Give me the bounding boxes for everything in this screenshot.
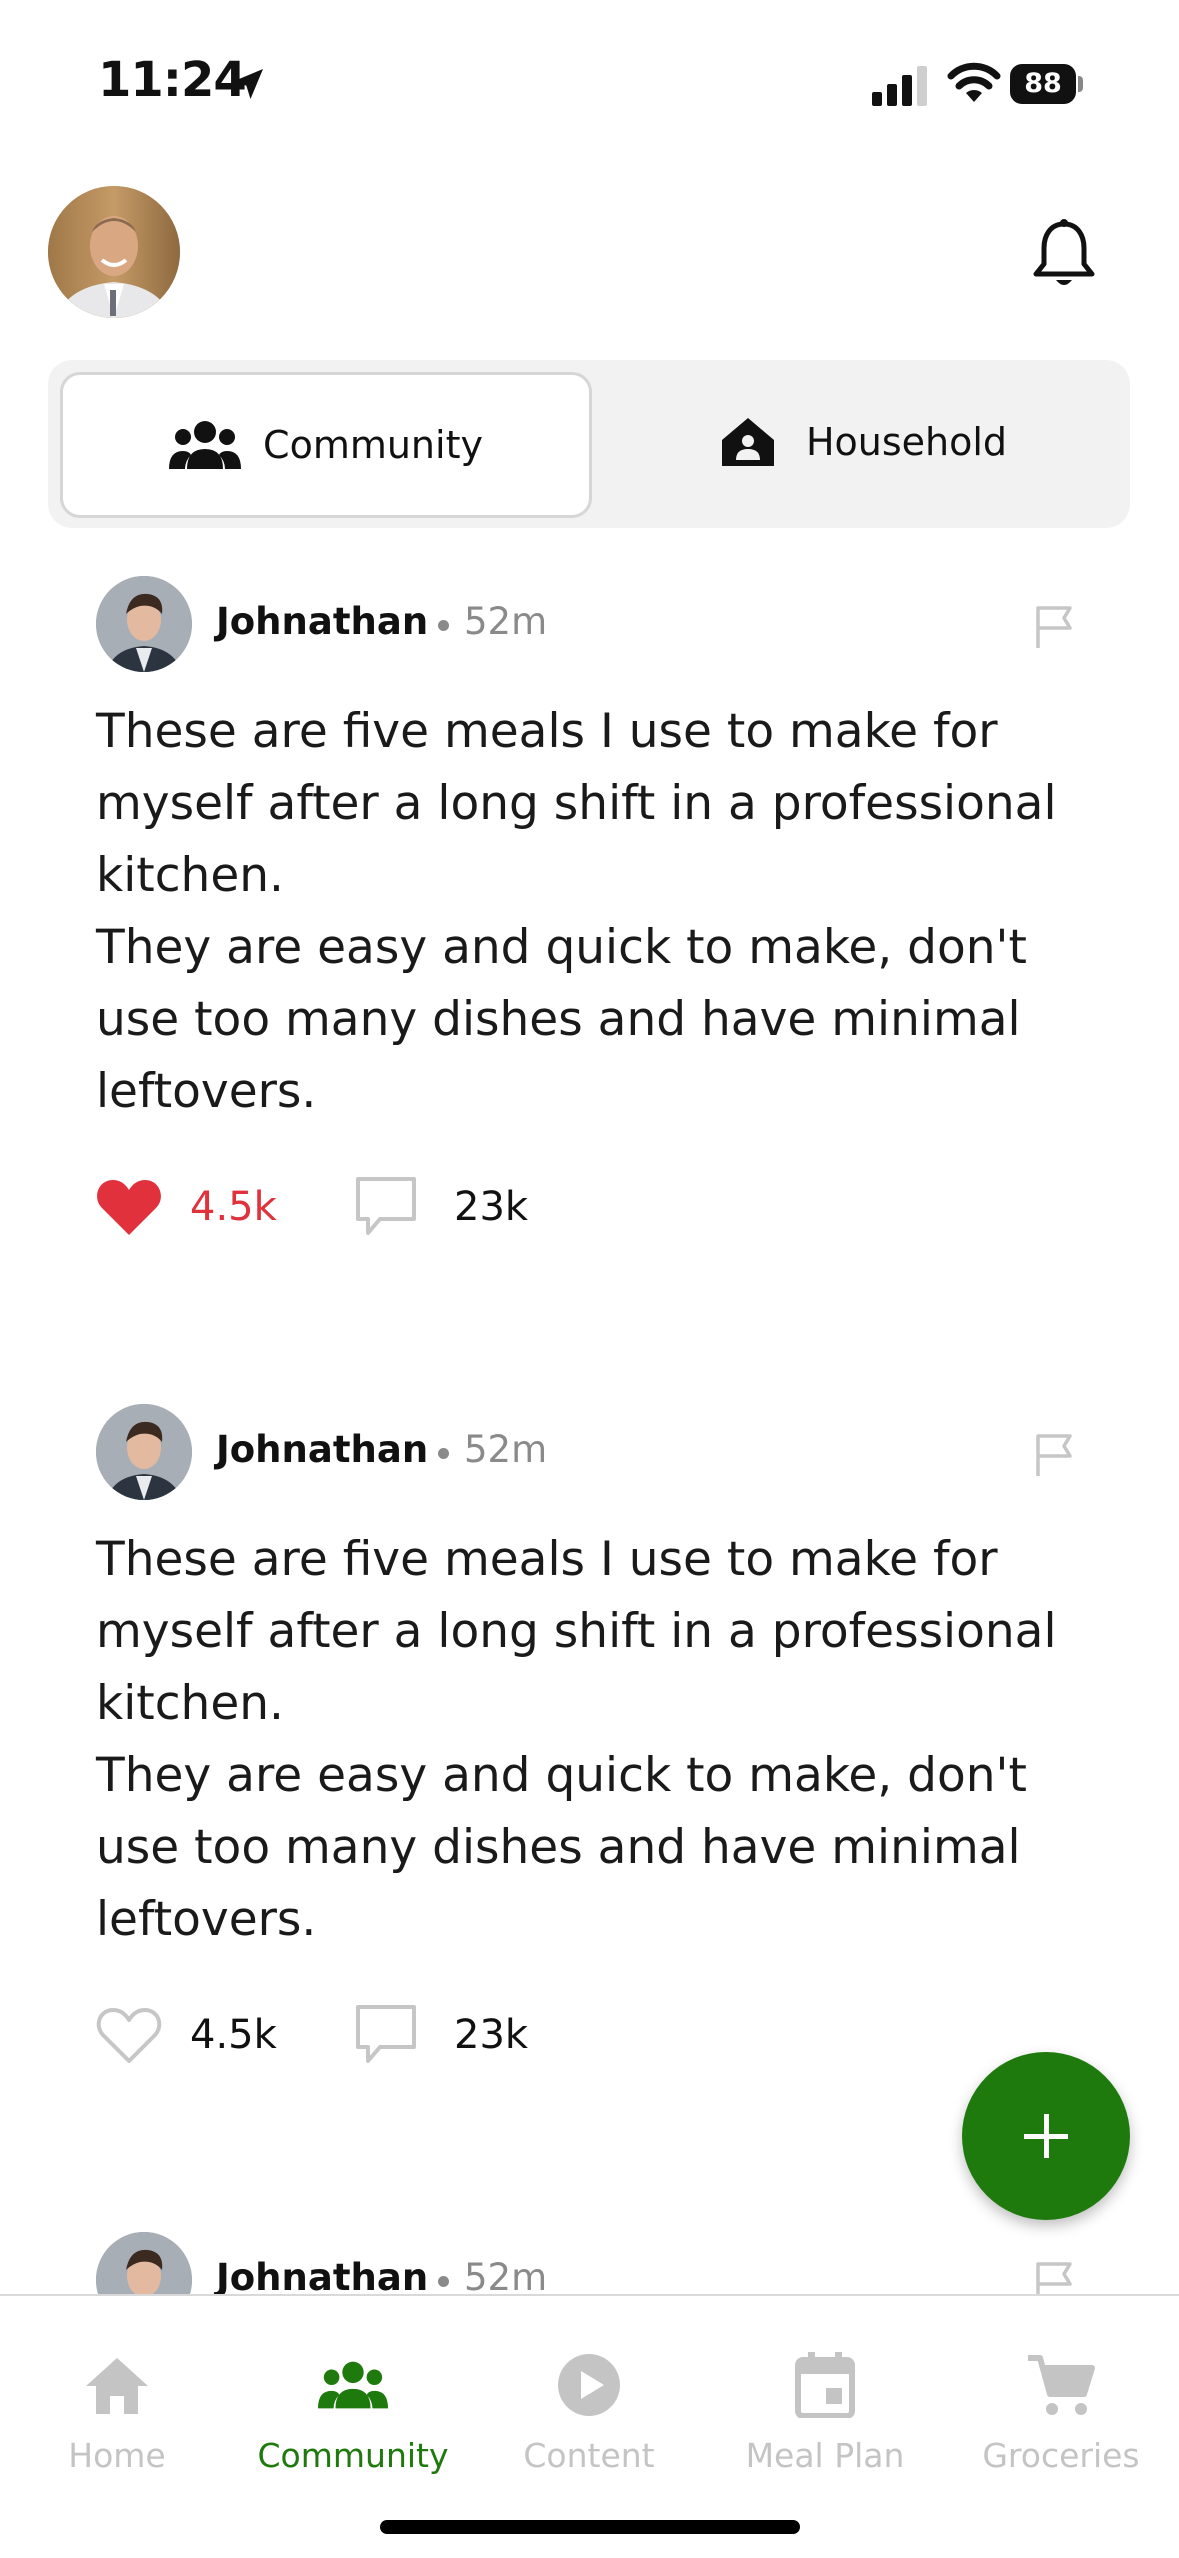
nav-home[interactable]: Home	[2, 2352, 232, 2475]
comment-count: 23k	[454, 2012, 529, 2058]
comment-bubble-icon	[356, 2005, 416, 2063]
post-actions: 4.5k 23k	[96, 1172, 596, 1242]
comment-bubble-icon	[356, 1177, 416, 1235]
play-icon	[558, 2354, 620, 2416]
comment-button[interactable]: 23k	[354, 1172, 528, 1242]
user-avatar[interactable]	[48, 186, 180, 318]
location-arrow-icon	[233, 69, 263, 99]
create-post-button[interactable]	[962, 2052, 1130, 2220]
nav-groceries-label: Groceries	[982, 2436, 1140, 2475]
nav-content[interactable]: Content	[474, 2352, 704, 2475]
battery-tip	[1078, 76, 1083, 92]
nav-content-label: Content	[523, 2436, 655, 2475]
author-avatar-image	[96, 576, 192, 672]
like-button[interactable]: 4.5k	[96, 2000, 277, 2070]
notification-bell-icon[interactable]	[1030, 218, 1098, 290]
flag-icon[interactable]	[1032, 2260, 1076, 2294]
post-actions: 4.5k 23k	[96, 2000, 596, 2070]
nav-community-label: Community	[257, 2436, 449, 2475]
post-text: These are five meals I use to make for m…	[96, 1532, 1057, 1947]
post-author[interactable]: Johnathan	[216, 600, 428, 643]
post-time: 52m	[464, 600, 548, 643]
post-header: Johnathan 52m	[96, 2232, 1086, 2294]
tab-household-label: Household	[805, 420, 1008, 464]
wifi-icon	[947, 62, 1001, 102]
cellular-signal-icon	[872, 66, 927, 106]
post-card: Johnathan 52m These are five meals I use…	[96, 1404, 1086, 2084]
nav-groceries[interactable]: Groceries	[946, 2352, 1176, 2475]
heart-filled-icon	[97, 1180, 161, 1235]
post-author[interactable]: Johnathan	[216, 1428, 428, 1471]
heart-outline-icon	[96, 2008, 162, 2063]
nav-meal-plan[interactable]: Meal Plan	[710, 2352, 940, 2475]
user-avatar-image	[48, 186, 180, 318]
comment-count: 23k	[454, 1184, 529, 1230]
calendar-icon	[795, 2352, 855, 2418]
home-icon	[721, 418, 774, 466]
cart-icon	[1028, 2355, 1095, 2415]
status-time: 11:24	[98, 52, 247, 108]
author-avatar-image	[96, 2232, 192, 2294]
post-text: These are five meals I use to make for m…	[96, 704, 1057, 1119]
post-time: 52m	[464, 2256, 548, 2294]
author-avatar[interactable]	[96, 1404, 192, 1500]
separator-dot	[438, 1448, 449, 1459]
separator-dot	[438, 2276, 449, 2287]
post-card: Johnathan 52m These are five meals I use…	[96, 576, 1086, 1256]
nav-meal-plan-label: Meal Plan	[745, 2436, 905, 2475]
tab-household[interactable]: Household	[589, 372, 1130, 512]
author-avatar-image	[96, 1404, 192, 1500]
like-count: 4.5k	[190, 1184, 277, 1230]
post-time: 52m	[464, 1428, 548, 1471]
post-card: Johnathan 52m	[96, 2232, 1086, 2294]
nav-community[interactable]: Community	[238, 2352, 468, 2475]
separator-dot	[438, 620, 449, 631]
flag-icon[interactable]	[1032, 1432, 1076, 1478]
tab-community[interactable]: Community	[60, 372, 592, 518]
nav-home-label: Home	[68, 2436, 166, 2475]
tab-community-label: Community	[263, 423, 483, 467]
comment-button[interactable]: 23k	[354, 2000, 528, 2070]
author-avatar[interactable]	[96, 576, 192, 672]
like-button[interactable]: 4.5k	[96, 1172, 277, 1242]
post-header: Johnathan 52m	[96, 1404, 1086, 1500]
status-bar: 11:24 88	[0, 0, 1179, 150]
people-icon	[169, 421, 242, 469]
home-indicator	[380, 2520, 800, 2534]
flag-icon[interactable]	[1032, 604, 1076, 650]
post-header: Johnathan 52m	[96, 576, 1086, 672]
bottom-nav: Home Community Content Meal Plan Groceri…	[0, 2294, 1179, 2558]
home-icon	[86, 2358, 148, 2414]
battery-indicator: 88	[1010, 64, 1086, 104]
people-icon	[318, 2361, 388, 2409]
feed-segmented-control: Community Household	[48, 360, 1130, 528]
like-count: 4.5k	[190, 2012, 277, 2058]
post-author[interactable]: Johnathan	[216, 2256, 428, 2294]
author-avatar[interactable]	[96, 2232, 192, 2294]
battery-level: 88	[1010, 64, 1076, 104]
